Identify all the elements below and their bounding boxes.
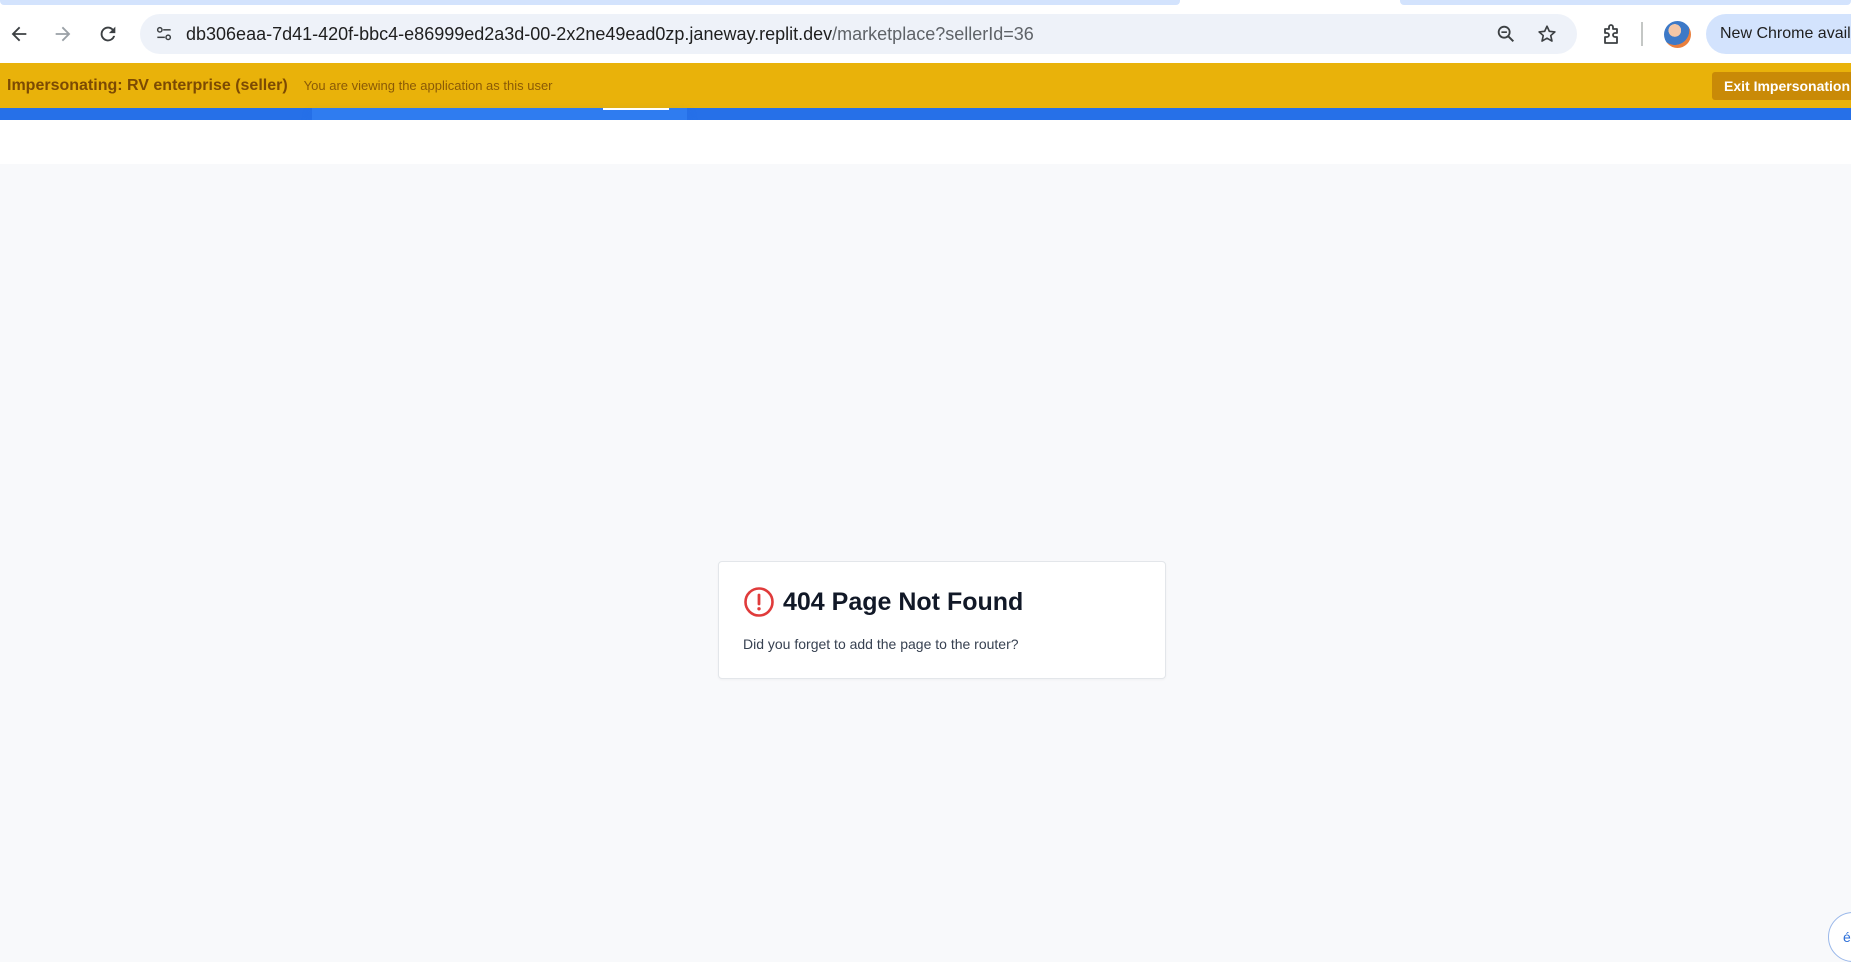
zoom-button[interactable] xyxy=(1494,22,1518,46)
app-header-bar xyxy=(0,108,1851,120)
impersonation-subtitle: You are viewing the application as this … xyxy=(303,78,553,93)
back-button[interactable] xyxy=(1,16,37,52)
subheader-strip xyxy=(0,120,1851,164)
not-found-message: Did you forget to add the page to the ro… xyxy=(743,636,1019,652)
back-arrow-icon xyxy=(11,26,27,42)
url-host: db306eaa-7d41-420f-bbc4-e86999ed2a3d-00-… xyxy=(186,23,833,44)
puzzle-icon xyxy=(1604,24,1618,44)
not-found-card: 404 Page Not Found Did you forget to add… xyxy=(718,561,1166,679)
url-path: /marketplace?sellerId=36 xyxy=(832,23,1034,44)
tab-strip-right xyxy=(1400,0,1851,5)
address-bar[interactable]: db306eaa-7d41-420f-bbc4-e86999ed2a3d-00-… xyxy=(140,14,1577,54)
impersonation-title: Impersonating: RV enterprise (seller) xyxy=(7,76,288,94)
floating-help-button[interactable]: é xyxy=(1828,912,1851,962)
new-chrome-available-button[interactable]: New Chrome availab xyxy=(1706,14,1851,54)
floating-help-label: é xyxy=(1843,929,1851,945)
url-text: db306eaa-7d41-420f-bbc4-e86999ed2a3d-00-… xyxy=(186,24,1034,45)
star-icon xyxy=(1538,25,1556,42)
tab-strip xyxy=(0,0,1180,5)
alert-circle-icon xyxy=(744,587,774,617)
reload-button[interactable] xyxy=(90,16,126,52)
site-info-icon xyxy=(156,26,172,41)
zoom-out-icon xyxy=(1497,25,1515,43)
extensions-button[interactable] xyxy=(1594,18,1628,52)
forward-button[interactable] xyxy=(45,16,81,52)
toolbar-divider xyxy=(1641,22,1643,46)
reload-icon xyxy=(100,26,116,42)
site-info-button[interactable] xyxy=(144,14,184,54)
forward-arrow-icon xyxy=(55,26,71,42)
exit-impersonation-button[interactable]: Exit Impersonation xyxy=(1712,72,1851,100)
bookmark-button[interactable] xyxy=(1535,22,1559,46)
browser-toolbar: db306eaa-7d41-420f-bbc4-e86999ed2a3d-00-… xyxy=(0,0,1851,63)
not-found-title: 404 Page Not Found xyxy=(783,587,1024,616)
profile-avatar[interactable] xyxy=(1664,21,1691,48)
not-found-heading: 404 Page Not Found xyxy=(743,586,1023,618)
impersonation-banner: Impersonating: RV enterprise (seller) Yo… xyxy=(0,63,1851,108)
active-nav-underline xyxy=(603,108,669,110)
